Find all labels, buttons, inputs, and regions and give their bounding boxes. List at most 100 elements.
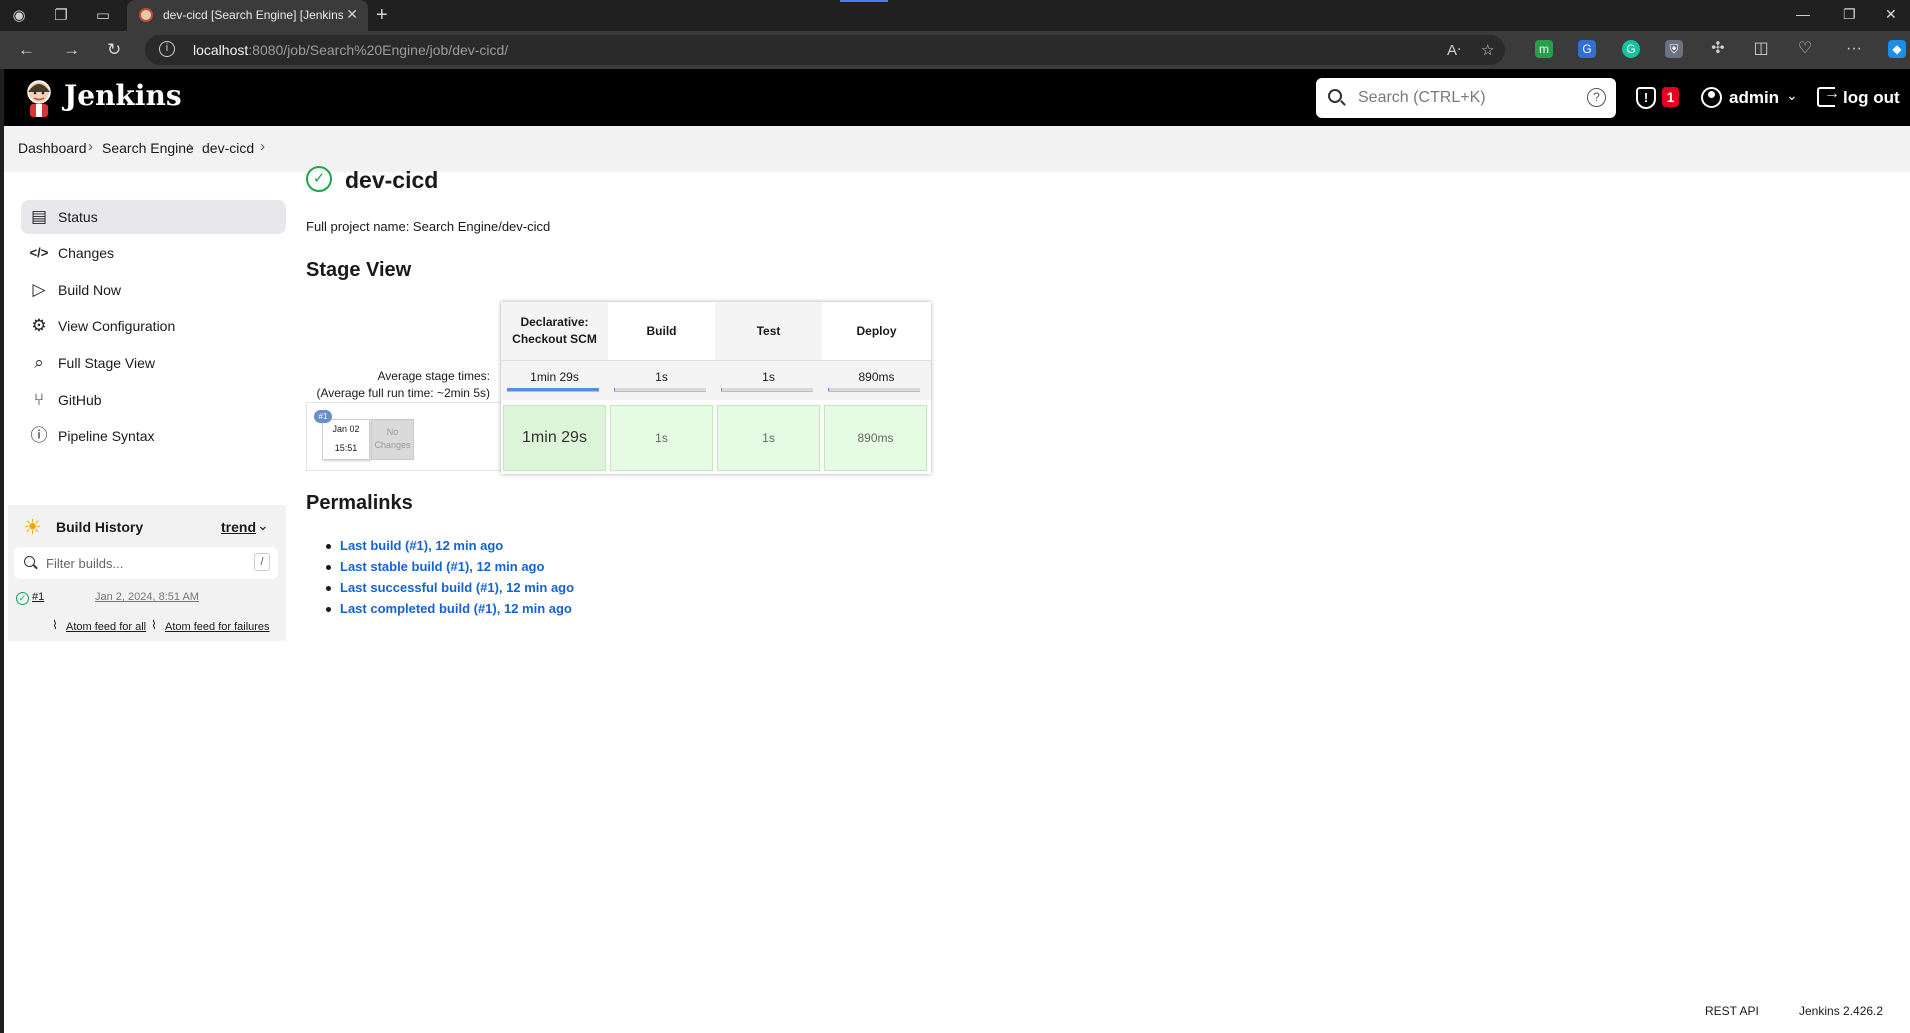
- sidebar-item-status[interactable]: ▤ Status: [21, 200, 286, 234]
- shield-extension-icon[interactable]: ⛨: [1665, 40, 1683, 58]
- rest-api-link[interactable]: REST API: [1705, 1004, 1759, 1018]
- sidebar-item-label: Changes: [58, 245, 115, 261]
- stage-run-cell[interactable]: 1s: [610, 405, 713, 471]
- close-tab-icon[interactable]: ✕: [346, 6, 358, 23]
- page-title: dev-cicd: [345, 167, 439, 193]
- breadcrumb-dev-cicd[interactable]: dev-cicd: [202, 140, 254, 156]
- help-icon[interactable]: ?: [1587, 88, 1606, 107]
- search-box[interactable]: Search (CTRL+K) ?: [1316, 78, 1616, 118]
- stage-run-cell[interactable]: 1s: [717, 405, 820, 471]
- branch-icon: ⑂: [33, 390, 45, 409]
- trend-link[interactable]: trend: [221, 519, 256, 535]
- profile-icon[interactable]: ◉: [10, 7, 28, 25]
- logout-link[interactable]: log out: [1843, 88, 1900, 108]
- version-link[interactable]: Jenkins 2.426.2: [1799, 1004, 1883, 1018]
- sidebar-item-pipeline-syntax[interactable]: ⓘ Pipeline Syntax: [21, 419, 286, 453]
- restore-icon[interactable]: ❐: [1843, 6, 1856, 23]
- jenkins-logo-icon[interactable]: [22, 78, 56, 118]
- filter-builds-input[interactable]: Filter builds... /: [14, 547, 278, 579]
- atom-feed-failures-link[interactable]: Atom feed for failures: [165, 621, 270, 633]
- collections-icon[interactable]: ❐: [52, 7, 70, 25]
- chevron-down-icon[interactable]: ⌄: [257, 517, 269, 534]
- grammarly-icon[interactable]: G: [1622, 40, 1640, 58]
- permalink[interactable]: Last successful build (#1), 12 min ago: [326, 580, 574, 601]
- shortcut-key: /: [254, 553, 270, 571]
- stage-average-bar: [614, 388, 706, 392]
- browser-tab[interactable]: dev-cicd [Search Engine] [Jenkins] ✕: [127, 0, 368, 31]
- permalink[interactable]: Last build (#1), 12 min ago: [326, 538, 574, 559]
- tab-actions-icon[interactable]: ▭: [94, 7, 112, 25]
- site-info-icon[interactable]: i: [159, 41, 175, 57]
- stage-average-value: 1min 29s: [530, 370, 579, 384]
- jenkins-page: Jenkins Search (CTRL+K) ? ! 1 admin ⌄ lo…: [4, 69, 1910, 1033]
- run-time: 15:51: [334, 443, 358, 453]
- code-icon: </>: [29, 245, 49, 260]
- build-date-link[interactable]: Jan 2, 2024, 8:51 AM: [95, 591, 199, 603]
- stage-average: 1min 29s: [501, 360, 608, 400]
- sidebar-item-label: View Configuration: [58, 318, 176, 334]
- translate-extension-icon[interactable]: G: [1578, 40, 1596, 58]
- browser-essentials-icon[interactable]: ♡: [1796, 40, 1814, 58]
- forward-icon[interactable]: →: [63, 40, 80, 60]
- breadcrumb: Dashboard › Search Engine › dev-cicd ›: [4, 126, 1910, 172]
- minimize-icon[interactable]: —: [1796, 6, 1810, 22]
- search-icon: ⌕: [34, 353, 44, 372]
- copilot-icon[interactable]: ◆: [1888, 40, 1906, 58]
- sidebar-item-build-now[interactable]: ▷ Build Now: [21, 273, 286, 307]
- split-screen-icon[interactable]: ◫: [1752, 40, 1770, 58]
- security-count-badge[interactable]: 1: [1662, 87, 1679, 107]
- success-status-icon: ✓: [306, 166, 332, 192]
- run-badge[interactable]: #1: [314, 410, 332, 423]
- stage-view-heading: Stage View: [306, 259, 412, 281]
- filter-placeholder: Filter builds...: [46, 556, 124, 571]
- close-window-icon[interactable]: ✕: [1885, 6, 1897, 23]
- stage-view-table: Declarative: Checkout SCM Build Test Dep…: [501, 302, 931, 474]
- run-date-box[interactable]: Jan 02 15:51: [322, 419, 370, 460]
- sidebar-item-label: Build Now: [58, 282, 122, 298]
- chevron-right-icon[interactable]: ›: [88, 138, 93, 155]
- breadcrumb-dashboard[interactable]: Dashboard: [18, 140, 87, 156]
- chevron-down-icon[interactable]: ⌄: [1786, 87, 1798, 104]
- stage-average-value: 1s: [655, 370, 668, 384]
- chevron-right-icon[interactable]: ›: [188, 138, 193, 155]
- sidebar-item-github[interactable]: ⑂ GitHub: [21, 383, 286, 417]
- back-icon[interactable]: ←: [18, 40, 35, 60]
- url-field[interactable]: i localhost:8080/job/Search%20Engine/job…: [145, 35, 1505, 65]
- user-icon[interactable]: [1701, 87, 1722, 108]
- permalink[interactable]: Last stable build (#1), 12 min ago: [326, 559, 574, 580]
- search-placeholder: Search (CTRL+K): [1358, 89, 1486, 106]
- brand-name[interactable]: Jenkins: [64, 79, 182, 112]
- sidebar-item-label: Full Stage View: [58, 355, 156, 371]
- stage-run-cell[interactable]: 1min 29s: [503, 405, 606, 471]
- favorite-star-icon[interactable]: ☆: [1481, 41, 1494, 59]
- atom-feed-all-link[interactable]: Atom feed for all: [66, 621, 146, 633]
- address-bar-row: ← → ↻ i localhost:8080/job/Search%20Engi…: [0, 31, 1910, 69]
- permalink[interactable]: Last completed build (#1), 12 min ago: [326, 601, 574, 622]
- sidebar-item-full-stage-view[interactable]: ⌕ Full Stage View: [21, 346, 286, 380]
- stage-average-bar: [828, 388, 920, 392]
- sidebar-item-view-configuration[interactable]: ⚙ View Configuration: [21, 309, 286, 343]
- read-aloud-icon[interactable]: Aᐧ: [1447, 41, 1461, 59]
- rss-icon: ⌇: [151, 618, 157, 632]
- user-name[interactable]: admin: [1729, 88, 1779, 108]
- more-menu-icon[interactable]: ···: [1845, 40, 1863, 58]
- stage-average-bar-fill: [721, 388, 722, 391]
- logout-icon[interactable]: [1817, 85, 1840, 107]
- accent-line: [840, 0, 888, 2]
- reload-icon[interactable]: ↻: [107, 40, 121, 60]
- chevron-right-icon[interactable]: ›: [260, 138, 265, 155]
- stage-average-bar: [507, 388, 599, 392]
- extensions-icon[interactable]: ✣: [1709, 40, 1727, 58]
- stage-header: Declarative: Checkout SCM: [501, 302, 608, 360]
- extension-m-icon[interactable]: m: [1535, 40, 1553, 58]
- security-shield-icon[interactable]: !: [1636, 87, 1656, 109]
- search-icon: [24, 556, 35, 567]
- breadcrumb-search-engine[interactable]: Search Engine: [102, 140, 194, 156]
- build-number-link[interactable]: #1: [32, 591, 44, 603]
- new-tab-icon[interactable]: +: [376, 4, 388, 27]
- stage-run-cell[interactable]: 890ms: [824, 405, 927, 471]
- sidebar-item-changes[interactable]: </> Changes: [21, 236, 286, 270]
- build-history-title: Build History: [56, 519, 144, 535]
- stage-average-bar-fill: [828, 388, 829, 391]
- play-icon: ▷: [32, 280, 46, 299]
